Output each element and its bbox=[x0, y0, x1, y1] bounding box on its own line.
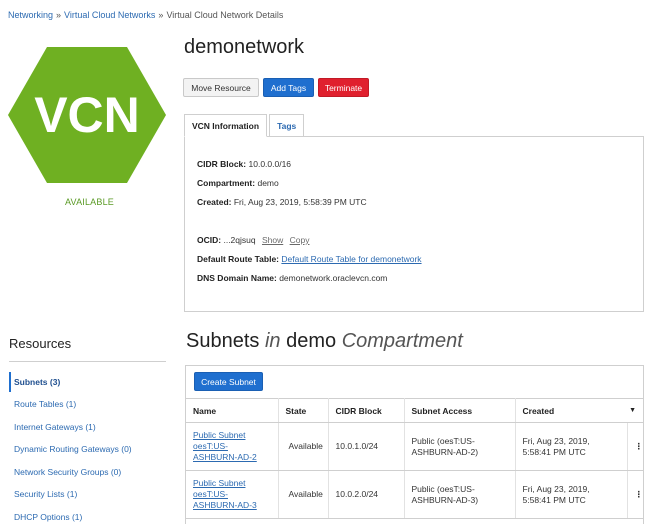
page-title: demonetwork bbox=[184, 36, 305, 58]
breadcrumb-networking[interactable]: Networking bbox=[8, 10, 53, 20]
subnet-access: Public (oesT:US-ASHBURN-AD-2) bbox=[404, 422, 516, 471]
ocid-show-link[interactable]: Show bbox=[262, 235, 283, 245]
subnet-state: Available bbox=[288, 489, 323, 499]
create-subnet-button[interactable]: Create Subnet bbox=[194, 372, 263, 391]
status-label: AVAILABLE bbox=[65, 197, 114, 207]
cidr-label: CIDR Block: bbox=[197, 159, 247, 169]
column-header-state[interactable]: State bbox=[278, 398, 329, 423]
created-label: Created: bbox=[197, 197, 232, 207]
subnets-table: Name State CIDR Block Subnet Access Crea… bbox=[186, 398, 643, 519]
subnets-heading: Subnets in demo Compartment bbox=[186, 330, 463, 353]
ocid-label: OCID: bbox=[197, 235, 222, 245]
resources-divider bbox=[9, 361, 166, 362]
detail-tabs: VCN Information Tags bbox=[184, 114, 305, 137]
created-row: Created: Fri, Aug 23, 2019, 5:58:39 PM U… bbox=[197, 197, 367, 207]
route-table-link[interactable]: Default Route Table for demonetwork bbox=[281, 254, 421, 264]
tab-tags[interactable]: Tags bbox=[269, 114, 305, 137]
column-header-access[interactable]: Subnet Access bbox=[404, 398, 516, 423]
subnet-created: Fri, Aug 23, 2019, 5:58:41 PM UTC bbox=[515, 470, 628, 519]
resource-item-route-tables[interactable]: Route Tables (1) bbox=[14, 399, 76, 409]
compartment-value: demo bbox=[257, 178, 279, 188]
resource-item-dhcp-options[interactable]: DHCP Options (1) bbox=[14, 512, 82, 522]
dns-label: DNS Domain Name: bbox=[197, 273, 277, 283]
cidr-value: 10.0.0.0/16 bbox=[248, 159, 292, 169]
tab-vcn-information[interactable]: VCN Information bbox=[184, 114, 268, 137]
subnets-heading-compartment: demo bbox=[286, 330, 337, 352]
resource-item-security-lists[interactable]: Security Lists (1) bbox=[14, 489, 77, 499]
terminate-button[interactable]: Terminate bbox=[318, 78, 369, 97]
subnets-panel: Create Subnet Name State CIDR Block Subn… bbox=[185, 365, 644, 524]
resource-item-internet-gateways[interactable]: Internet Gateways (1) bbox=[14, 422, 96, 432]
cidr-row: CIDR Block: 10.0.0.0/16 bbox=[197, 159, 291, 169]
breadcrumb: Networking» Virtual Cloud Networks» Virtua… bbox=[8, 10, 283, 20]
subnet-cidr: 10.0.2.0/24 bbox=[328, 470, 405, 519]
row-actions-menu-icon[interactable]: ⋮ bbox=[627, 422, 643, 471]
vcn-hexagon-icon: VCN bbox=[8, 47, 166, 183]
column-header-created[interactable]: Created ▼ bbox=[515, 398, 643, 423]
ocid-copy-link[interactable]: Copy bbox=[290, 235, 310, 245]
dns-value: demonetwork.oraclevcn.com bbox=[279, 273, 388, 283]
active-resource-marker bbox=[9, 372, 11, 392]
table-row: Public Subnet oesT:US-ASHBURN-AD-2 Avail… bbox=[186, 422, 643, 471]
row-actions-menu-icon[interactable]: ⋮ bbox=[627, 470, 643, 519]
route-table-row: Default Route Table: Default Route Table… bbox=[197, 254, 422, 264]
vcn-logo-text: VCN bbox=[34, 87, 140, 143]
subnet-cidr: 10.0.1.0/24 bbox=[328, 422, 405, 471]
breadcrumb-vcns[interactable]: Virtual Cloud Networks bbox=[64, 10, 155, 20]
column-header-cidr[interactable]: CIDR Block bbox=[328, 398, 405, 423]
resource-item-dynamic-routing-gateways[interactable]: Dynamic Routing Gateways (0) bbox=[14, 444, 132, 454]
move-resource-button[interactable]: Move Resource bbox=[183, 78, 259, 97]
created-value: Fri, Aug 23, 2019, 5:58:39 PM UTC bbox=[233, 197, 367, 207]
subnet-name-link[interactable]: Public Subnet oesT:US-ASHBURN-AD-3 bbox=[193, 478, 257, 510]
route-table-label: Default Route Table: bbox=[197, 254, 280, 264]
table-header-row: Name State CIDR Block Subnet Access Crea… bbox=[186, 398, 643, 423]
subnet-created: Fri, Aug 23, 2019, 5:58:41 PM UTC bbox=[515, 422, 628, 471]
compartment-row: Compartment: demo bbox=[197, 178, 279, 188]
ocid-value: ...2qjsuq bbox=[223, 235, 256, 245]
subnets-heading-suffix: Compartment bbox=[341, 330, 463, 352]
resources-heading: Resources bbox=[9, 336, 72, 351]
resource-item-network-security-groups[interactable]: Network Security Groups (0) bbox=[14, 467, 121, 477]
subnet-state: Available bbox=[288, 441, 323, 451]
column-header-created-label: Created bbox=[522, 405, 555, 416]
breadcrumb-current: Virtual Cloud Network Details bbox=[166, 10, 284, 20]
subnet-access: Public (oesT:US-ASHBURN-AD-3) bbox=[404, 470, 516, 519]
sort-down-icon[interactable]: ▼ bbox=[629, 407, 636, 414]
table-row: Public Subnet oesT:US-ASHBURN-AD-3 Avail… bbox=[186, 470, 643, 519]
subnets-heading-in: in bbox=[264, 330, 281, 352]
subnet-name-link[interactable]: Public Subnet oesT:US-ASHBURN-AD-2 bbox=[193, 430, 257, 462]
subnets-heading-main: Subnets bbox=[186, 330, 260, 352]
dns-row: DNS Domain Name: demonetwork.oraclevcn.c… bbox=[197, 273, 387, 283]
ocid-row: OCID: ...2qjsuq Show Copy bbox=[197, 235, 309, 245]
add-tags-button[interactable]: Add Tags bbox=[263, 78, 314, 97]
resource-item-subnets[interactable]: Subnets (3) bbox=[14, 377, 60, 387]
column-header-name[interactable]: Name bbox=[186, 398, 279, 423]
compartment-label: Compartment: bbox=[197, 178, 256, 188]
vcn-information-panel: CIDR Block: 10.0.0.0/16 Compartment: dem… bbox=[184, 136, 644, 312]
breadcrumb-separator: » bbox=[158, 10, 164, 20]
breadcrumb-separator: » bbox=[56, 10, 62, 20]
